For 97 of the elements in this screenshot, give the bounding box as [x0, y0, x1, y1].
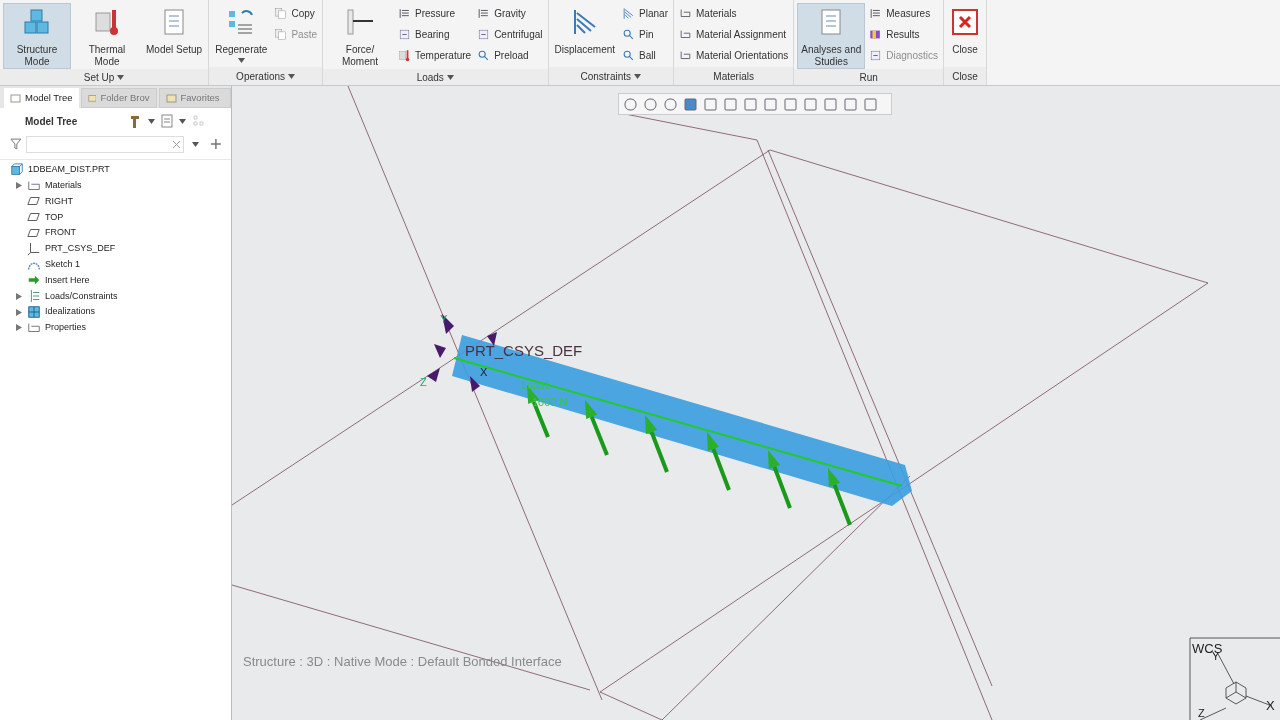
- results-icon: [869, 28, 883, 41]
- tree-item[interactable]: Insert Here: [45, 273, 90, 288]
- tree-item[interactable]: 1DBEAM_DIST.PRT: [28, 163, 110, 177]
- force-arrow: [645, 415, 669, 473]
- ribbon-button[interactable]: Regenerate: [212, 3, 271, 67]
- axis-label: Y: [440, 313, 448, 325]
- expand-toggle-icon[interactable]: [15, 324, 22, 332]
- ribbon-button[interactable]: Planar: [622, 5, 668, 22]
- ribbon-button[interactable]: Displacement: [551, 3, 619, 67]
- caret-icon: [117, 74, 125, 80]
- box-icon: [477, 28, 491, 41]
- expand-toggle-icon[interactable]: [15, 308, 22, 316]
- tree-item[interactable]: Materials: [45, 178, 82, 193]
- material-icon: [679, 49, 692, 62]
- ribbon-button[interactable]: Close: [946, 3, 983, 67]
- material-icon: [679, 7, 692, 20]
- force-arrow: [585, 400, 609, 456]
- lines-icon: [398, 7, 411, 20]
- group-label: Run: [859, 70, 878, 85]
- ribbon-button[interactable]: Ball: [622, 47, 668, 64]
- ribbon-button[interactable]: Thermal Mode: [73, 3, 141, 69]
- pin-icon: [622, 28, 636, 41]
- group-label: Materials: [713, 69, 754, 84]
- material-icon: [679, 28, 692, 41]
- caret-icon: [192, 141, 200, 147]
- cube-icon: [10, 162, 24, 177]
- force-arrow: [707, 432, 731, 491]
- box-icon: [869, 49, 883, 62]
- thermometer-icon: [398, 49, 411, 62]
- tab-icon: [87, 93, 97, 103]
- tree-item[interactable]: FRONT: [45, 226, 76, 240]
- tab-icon: [165, 93, 177, 103]
- axis-label: X: [480, 366, 488, 378]
- group-label: Close: [952, 69, 978, 84]
- copy-icon: [274, 7, 288, 20]
- ribbon-button[interactable]: Model Setup: [143, 3, 206, 69]
- ribbon-button[interactable]: Material Assignment: [679, 26, 789, 43]
- tree-item[interactable]: RIGHT: [45, 194, 73, 209]
- caret-icon: [634, 73, 642, 79]
- axis-label: Z: [1198, 707, 1205, 719]
- caret-icon: [446, 74, 454, 80]
- ribbon-button[interactable]: Preload: [477, 47, 543, 64]
- mesh-icon: [27, 305, 41, 320]
- tree-item[interactable]: PRT_CSYS_DEF: [45, 242, 116, 256]
- axis-label: X: [1266, 698, 1275, 713]
- group-menu-button[interactable]: Constraints: [548, 67, 673, 85]
- filter-icon[interactable]: [10, 138, 22, 150]
- cubes-icon: [22, 7, 52, 37]
- add-icon[interactable]: [211, 139, 221, 149]
- list-icon[interactable]: [161, 114, 173, 128]
- ribbon-button[interactable]: Pin: [622, 26, 668, 43]
- ribbon-button[interactable]: Pressure: [398, 5, 472, 22]
- ribbon-button[interactable]: Results: [869, 26, 938, 43]
- search-field[interactable]: [25, 135, 185, 153]
- tree-item[interactable]: Loads/Constraints: [45, 289, 118, 303]
- pin-icon: [622, 49, 636, 62]
- caret-icon: [179, 118, 186, 124]
- ribbon-button[interactable]: Materials: [679, 5, 789, 22]
- hatched-plane-icon: [622, 7, 636, 20]
- axis-label: Z: [420, 376, 427, 388]
- ribbon-button[interactable]: Force/ Moment: [326, 3, 394, 69]
- tree-item[interactable]: Properties: [45, 321, 87, 335]
- expand-toggle-icon[interactable]: [15, 292, 22, 300]
- ribbon-button[interactable]: Copy: [274, 5, 317, 22]
- ribbon-button[interactable]: Material Orientations: [679, 47, 789, 64]
- force-arrow-icon: [345, 7, 375, 37]
- tools-icon[interactable]: [130, 114, 142, 128]
- box-icon: [398, 28, 411, 41]
- panel-tab[interactable]: Model Tree: [4, 88, 79, 108]
- close-icon: [949, 7, 980, 37]
- expand-toggle-icon[interactable]: [15, 182, 22, 190]
- caret-icon: [237, 58, 245, 63]
- ribbon-button[interactable]: Structure Mode: [3, 3, 71, 69]
- force-arrow: [768, 450, 792, 509]
- lines-icon: [477, 7, 491, 20]
- tree-item[interactable]: Idealizations: [45, 305, 96, 319]
- caret-icon: [288, 73, 296, 79]
- tab-icon: [10, 93, 21, 103]
- copy-icon: [274, 28, 288, 41]
- axes-icon: [27, 241, 41, 256]
- clear-icon[interactable]: [173, 140, 181, 148]
- ribbon-button[interactable]: Bearing: [398, 26, 472, 43]
- lines-icon: [869, 7, 883, 20]
- pin-icon: [477, 49, 491, 62]
- tree-item[interactable]: Sketch 1: [45, 257, 81, 272]
- group-menu-button[interactable]: Operations: [209, 67, 322, 85]
- group-menu-button[interactable]: Loads: [323, 69, 548, 85]
- force-arrow: [828, 468, 852, 526]
- panel-title: Model Tree: [25, 114, 78, 129]
- ribbon-button[interactable]: Centrifugal: [477, 26, 543, 43]
- tree-item[interactable]: TOP: [45, 210, 64, 225]
- ribbon-button[interactable]: Measures: [869, 5, 938, 22]
- ribbon-button[interactable]: Gravity: [477, 5, 543, 22]
- ribbon-button[interactable]: Analyses and Studies: [797, 3, 866, 69]
- caret-icon: [148, 118, 155, 124]
- ribbon-button[interactable]: Temperature: [398, 47, 472, 64]
- group-menu-button[interactable]: Set Up: [0, 69, 209, 85]
